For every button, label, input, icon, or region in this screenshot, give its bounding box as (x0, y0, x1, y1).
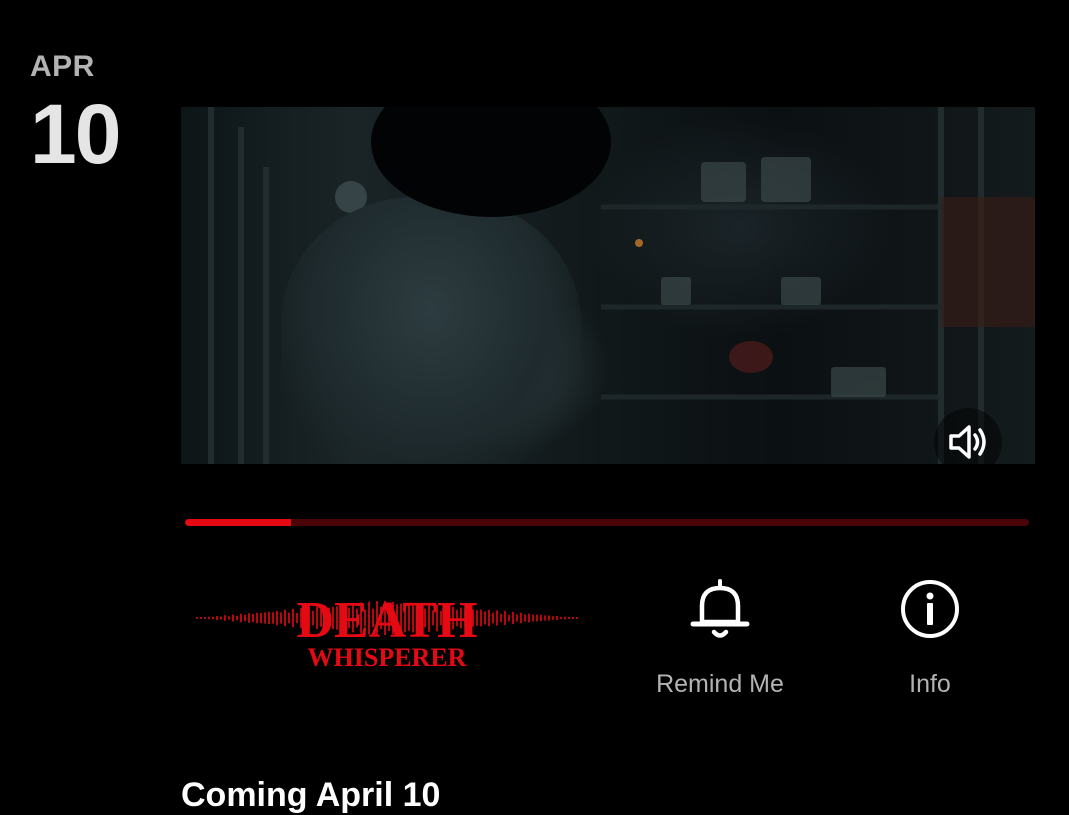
volume-icon (949, 425, 986, 459)
title-logo-line1: DEATH (296, 592, 477, 649)
video-progress-bar[interactable] (185, 519, 1029, 526)
volume-button[interactable] (934, 408, 1002, 476)
info-icon (901, 580, 959, 638)
info-button[interactable]: Info (850, 578, 1010, 699)
release-month: APR (30, 50, 95, 83)
title-logo: DEATH WHISPERER (195, 590, 580, 675)
coming-soon-heading: Coming April 10 (181, 776, 441, 814)
title-logo-art: DEATH WHISPERER (196, 592, 578, 672)
video-preview[interactable] (181, 107, 1035, 464)
title-logo-line2: WHISPERER (308, 643, 467, 672)
info-label: Info (909, 670, 951, 698)
video-progress-fill (185, 519, 291, 526)
release-day: 10 (30, 87, 121, 181)
remind-me-button[interactable]: Remind Me (640, 578, 800, 699)
remind-me-label: Remind Me (656, 670, 784, 698)
bell-icon (690, 579, 750, 638)
video-figure (281, 197, 581, 464)
